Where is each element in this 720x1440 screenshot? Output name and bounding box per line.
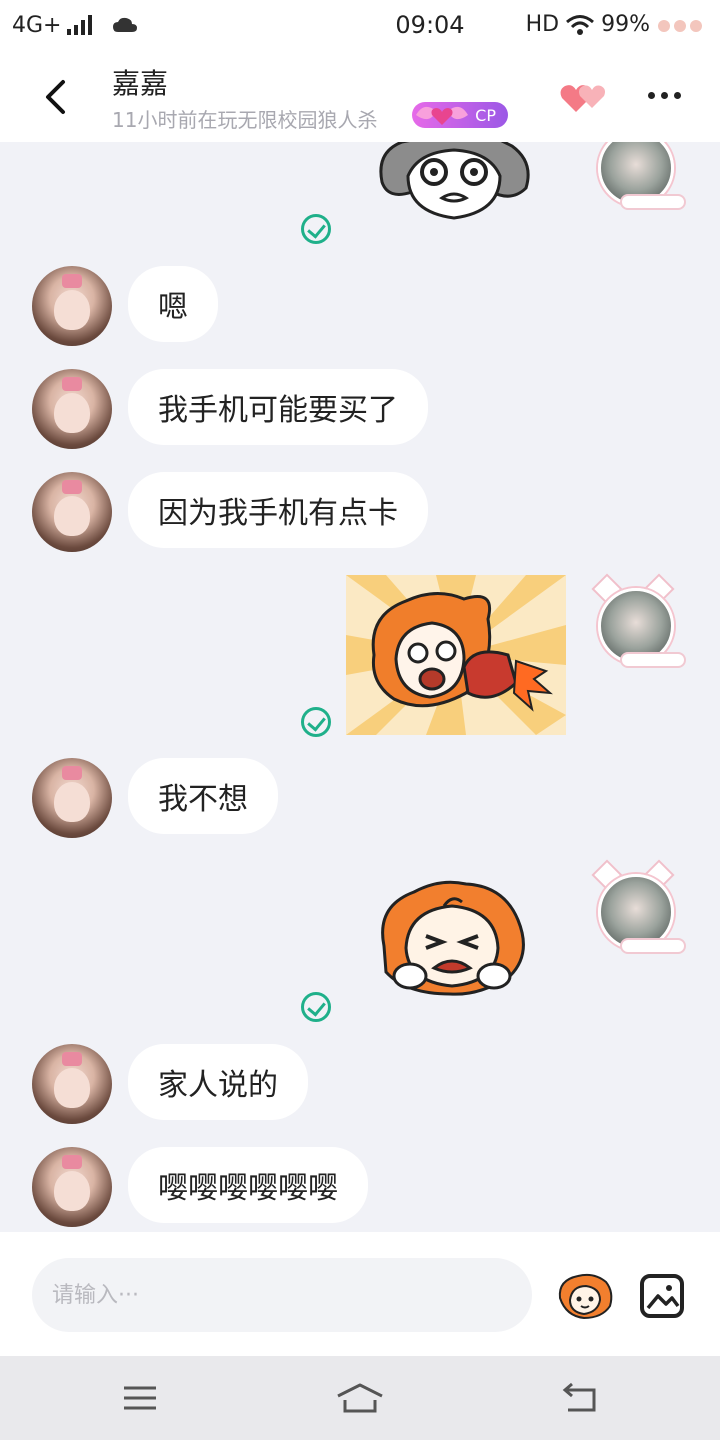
read-check-icon	[301, 707, 331, 737]
chat-message-list[interactable]: 嗯 我手机可能要买了 因为我手机有点卡 我不想 家人说的 嘤嘤嘤嘤嘤嘤	[0, 142, 720, 1232]
my-avatar[interactable]	[590, 858, 686, 958]
message-bubble[interactable]: 嗯	[128, 266, 218, 342]
network-label: 4G+	[12, 12, 62, 38]
sticker-emoji-icon[interactable]	[554, 1270, 616, 1320]
back-button[interactable]	[30, 74, 80, 120]
my-avatar[interactable]	[590, 142, 686, 214]
contact-name[interactable]: 嘉嘉	[112, 62, 168, 102]
crying-sticker[interactable]	[370, 876, 534, 998]
message-bubble[interactable]: 因为我手机有点卡	[128, 472, 428, 548]
hd-label: HD	[525, 12, 560, 37]
message-bubble[interactable]: 家人说的	[128, 1044, 308, 1120]
chat-header: 嘉嘉 11小时前在玩无限校园狼人杀 CP	[0, 50, 720, 142]
chevron-left-icon	[46, 80, 65, 114]
back-nav-button[interactable]	[550, 1376, 610, 1420]
double-heart-icon[interactable]	[558, 78, 610, 118]
cloud-icon	[113, 17, 138, 32]
contact-avatar[interactable]	[32, 1044, 112, 1124]
more-options-button[interactable]	[640, 80, 688, 110]
menu-nav-button[interactable]	[110, 1376, 170, 1420]
message-bubble[interactable]: 我不想	[128, 758, 278, 834]
message-input[interactable]	[32, 1258, 532, 1332]
my-avatar[interactable]	[590, 572, 686, 672]
punch-glove-sticker[interactable]	[346, 575, 566, 735]
contact-avatar[interactable]	[32, 266, 112, 346]
contact-avatar[interactable]	[32, 369, 112, 449]
system-nav-bar	[0, 1356, 720, 1440]
battery-label: 99%	[601, 12, 650, 37]
read-check-icon	[301, 992, 331, 1022]
contact-avatar[interactable]	[32, 1147, 112, 1227]
image-icon	[646, 1285, 680, 1310]
read-check-icon	[301, 214, 331, 244]
wifi-icon	[566, 14, 595, 35]
menu-icon	[124, 1386, 156, 1410]
home-nav-button[interactable]	[330, 1376, 390, 1420]
message-bubble[interactable]: 我手机可能要买了	[128, 369, 428, 445]
contact-status: 11小时前在玩无限校园狼人杀	[112, 108, 378, 132]
image-picker-button[interactable]	[640, 1274, 684, 1318]
return-icon	[562, 1382, 596, 1412]
paw-decoration-icon	[658, 19, 702, 32]
cp-badge[interactable]: CP	[412, 102, 508, 128]
heart-wings-icon	[416, 106, 468, 125]
contact-avatar[interactable]	[32, 758, 112, 838]
cp-label: CP	[475, 105, 496, 125]
message-bubble[interactable]: 嘤嘤嘤嘤嘤嘤	[128, 1147, 368, 1223]
grey-shocked-face-sticker[interactable]	[372, 142, 536, 228]
status-bar: 4G+ 09:04 HD 99%	[0, 0, 720, 50]
contact-avatar[interactable]	[32, 472, 112, 552]
message-input-bar	[0, 1232, 720, 1356]
signal-icon	[67, 15, 93, 35]
home-icon	[337, 1383, 383, 1413]
